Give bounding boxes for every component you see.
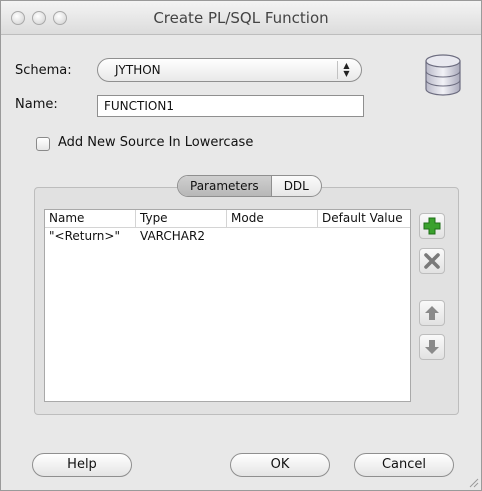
cell-default[interactable] [318,228,410,246]
column-header-name[interactable]: Name [45,210,136,227]
title-bar[interactable]: Create PL/SQL Function [1,1,481,35]
table-header: Name Type Mode Default Value [45,210,410,228]
tab-parameters[interactable]: Parameters [178,176,272,196]
move-down-button[interactable] [419,334,445,360]
remove-parameter-button[interactable] [419,248,445,274]
column-header-mode[interactable]: Mode [227,210,318,227]
cell-type[interactable]: VARCHAR2 [136,228,227,246]
remove-icon [424,253,440,269]
lowercase-checkbox[interactable] [36,137,50,151]
add-parameter-button[interactable] [419,213,445,239]
cancel-button[interactable]: Cancel [354,453,454,477]
resize-grip-icon[interactable] [467,476,479,488]
database-icon [425,54,461,96]
function-name-input[interactable] [97,95,364,117]
dialog-window: Create PL/SQL Function Schema: JYTHON ▲ ▼… [0,0,482,491]
tab-ddl[interactable]: DDL [272,176,321,196]
window-title: Create PL/SQL Function [153,9,329,27]
cell-mode[interactable] [227,228,318,246]
column-header-default-value[interactable]: Default Value [318,210,410,227]
lowercase-checkbox-label[interactable]: Add New Source In Lowercase [58,135,253,150]
ok-button[interactable]: OK [230,453,330,477]
add-icon [423,217,441,235]
arrow-down-icon [425,340,439,354]
schema-select[interactable]: JYTHON ▲ ▼ [97,58,362,82]
help-button[interactable]: Help [32,453,132,477]
schema-selected-value: JYTHON [115,63,161,77]
move-up-button[interactable] [419,300,445,326]
schema-label: Schema: [15,63,72,78]
parameters-table[interactable]: Name Type Mode Default Value "<Return>" … [44,209,411,402]
name-label: Name: [15,97,58,112]
arrow-up-icon [425,306,439,320]
column-header-type[interactable]: Type [136,210,227,227]
select-arrows-icon: ▲ ▼ [337,61,355,79]
tab-bar: Parameters DDL [177,175,322,197]
table-row[interactable]: "<Return>" VARCHAR2 [45,228,410,246]
cell-name[interactable]: "<Return>" [45,228,136,246]
